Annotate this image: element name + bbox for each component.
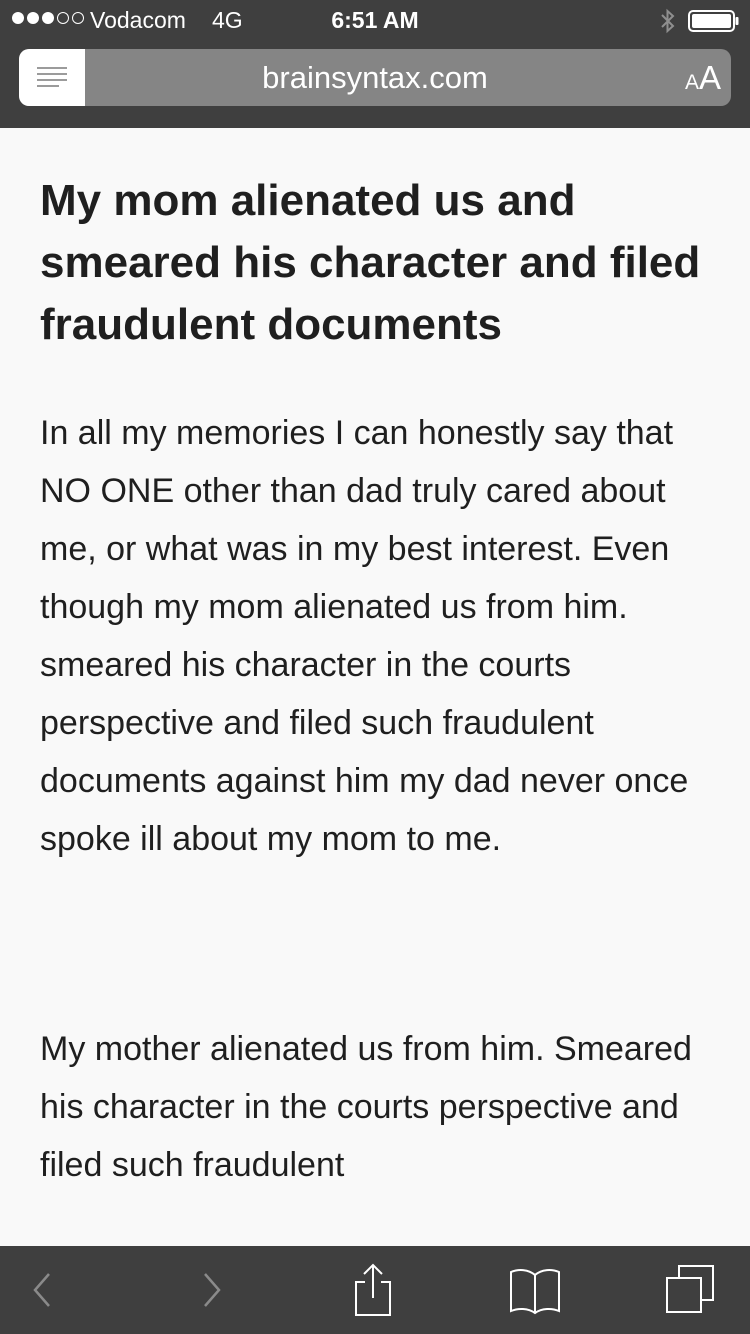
- article-paragraph: My mother alienated us from him. Smeared…: [40, 1030, 692, 1184]
- url-text[interactable]: brainsyntax.com: [85, 49, 665, 106]
- bookmarks-button[interactable]: [502, 1246, 568, 1334]
- browser-top-chrome: Vodacom 4G 6:51 AM brainsyntax.com AA: [0, 0, 750, 128]
- article-content: My mom alienated us and smeared his char…: [40, 128, 720, 1246]
- back-icon: [33, 1273, 50, 1307]
- text-size-button[interactable]: AA: [685, 49, 721, 106]
- tabs-icon: [666, 1265, 714, 1313]
- reader-view-button[interactable]: [19, 49, 85, 106]
- tabs-button[interactable]: [658, 1246, 724, 1334]
- forward-button[interactable]: [178, 1246, 244, 1334]
- status-bar: Vodacom 4G 6:51 AM: [0, 0, 750, 40]
- text-size-big-label: A: [698, 59, 721, 96]
- bluetooth-icon: [661, 8, 675, 34]
- address-bar[interactable]: brainsyntax.com AA: [19, 49, 731, 106]
- share-icon: [355, 1263, 391, 1316]
- bottom-toolbar: [0, 1246, 750, 1334]
- forward-icon: [204, 1273, 221, 1307]
- text-size-small-label: A: [684, 71, 699, 94]
- battery-icon: [688, 10, 739, 32]
- article-title: My mom alienated us and smeared his char…: [40, 176, 701, 349]
- share-button[interactable]: [340, 1246, 406, 1334]
- article-paragraph: In all my memories I can honestly say th…: [40, 414, 689, 858]
- bookmarks-icon: [510, 1269, 560, 1315]
- back-button[interactable]: [10, 1246, 76, 1334]
- status-time: 6:51 AM: [331, 7, 419, 33]
- reader-view-icon: [37, 67, 67, 87]
